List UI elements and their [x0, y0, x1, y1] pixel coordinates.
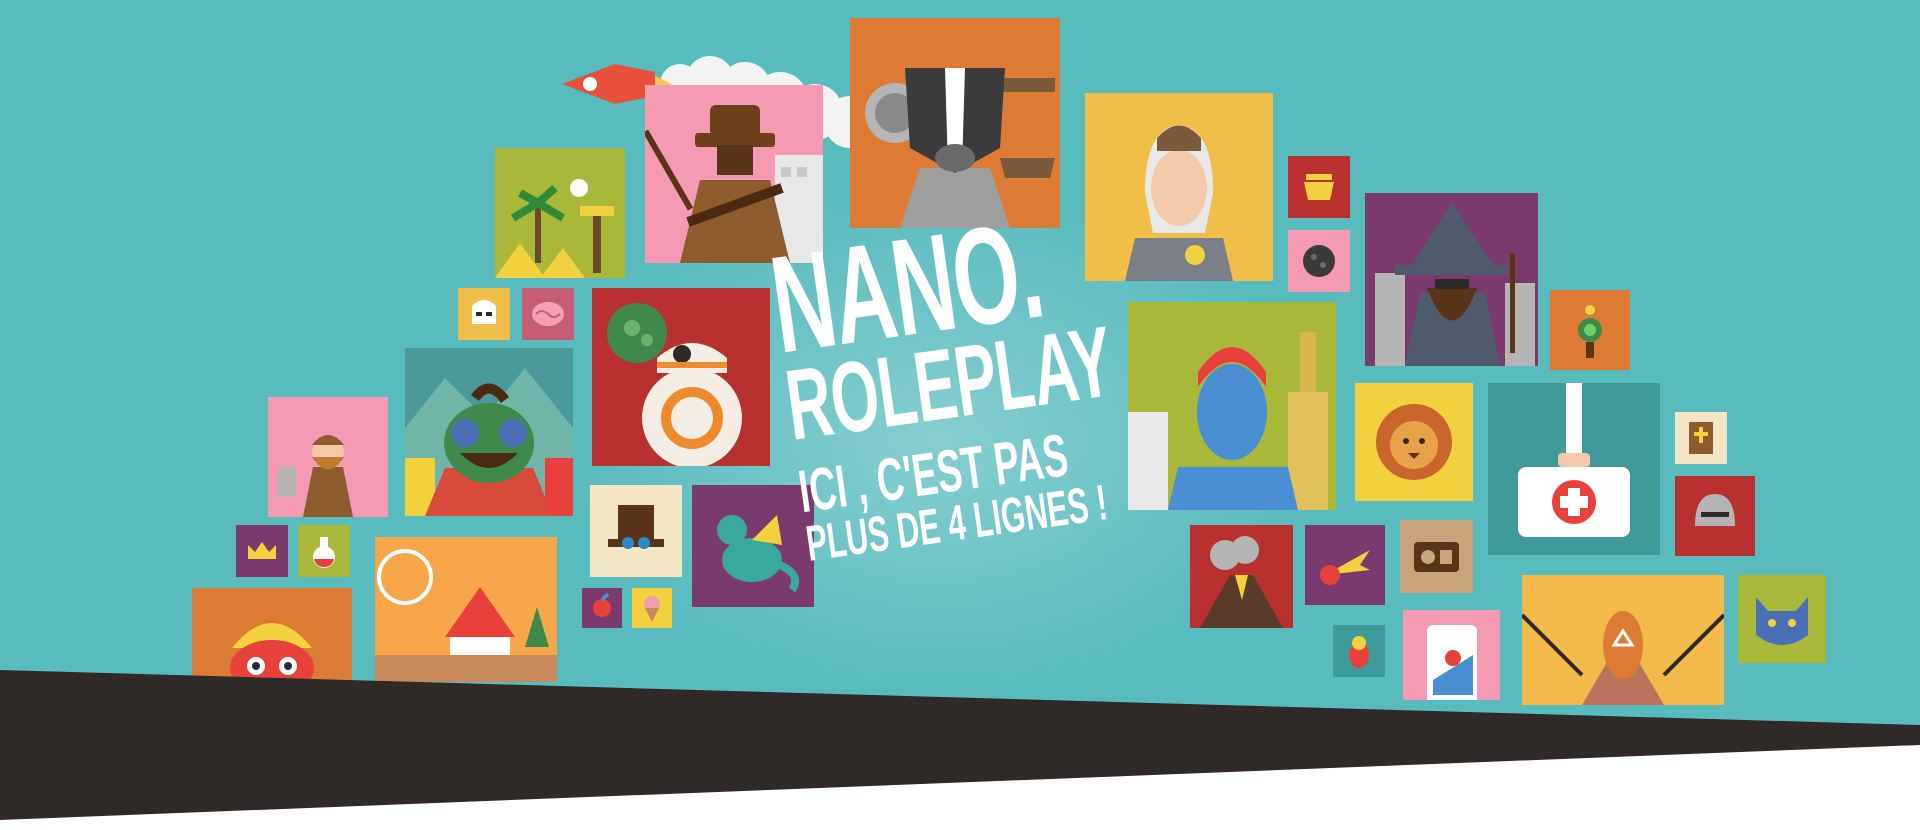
bottom-band [0, 670, 1920, 830]
hero-banner: NANO. ROLEPLAY ICI , C'EST PAS PLUS DE 4… [0, 0, 1920, 830]
